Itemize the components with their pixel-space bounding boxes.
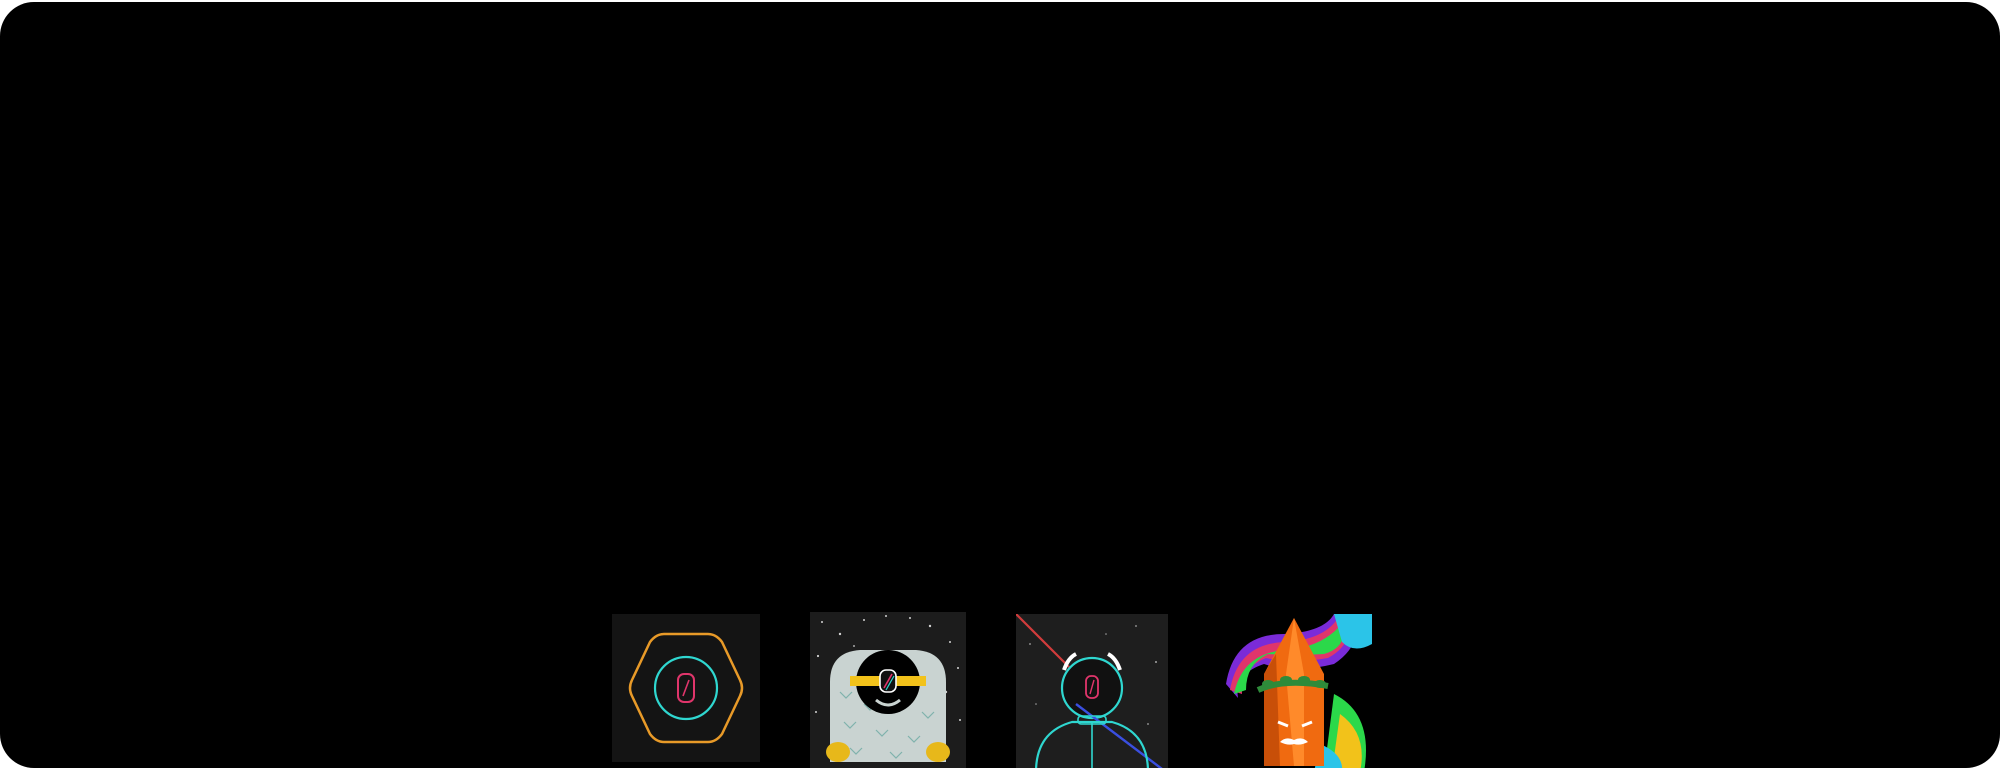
hexagon-logo-thumbnail[interactable] <box>612 614 760 762</box>
astronaut-avatar-thumbnail[interactable] <box>1016 614 1168 768</box>
crystal-character-icon <box>1224 614 1372 768</box>
yeti-avatar-thumbnail[interactable] <box>810 612 966 768</box>
yeti-avatar-icon <box>810 612 966 768</box>
crystal-character-thumbnail[interactable] <box>1224 614 1372 768</box>
hexagon-logo-icon <box>612 614 760 762</box>
astronaut-avatar-icon <box>1016 614 1168 768</box>
media-strip-frame <box>0 2 2000 768</box>
